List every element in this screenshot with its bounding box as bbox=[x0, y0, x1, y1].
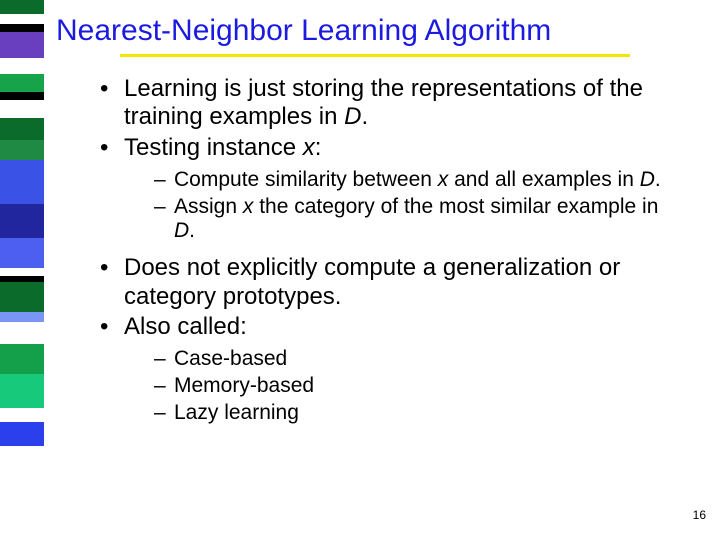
text: Compute similarity between bbox=[174, 168, 438, 191]
text: . bbox=[655, 168, 661, 191]
list-item: Case-based bbox=[154, 347, 676, 372]
list-item: Also called: Case-based Memory-based Laz… bbox=[100, 313, 676, 426]
text-italic: x bbox=[303, 134, 315, 161]
sidebar-stripe bbox=[0, 446, 44, 540]
list-item: Does not explicitly compute a generaliza… bbox=[100, 254, 676, 311]
list-item: Learning is just storing the representat… bbox=[100, 75, 676, 132]
list-item: Lazy learning bbox=[154, 401, 676, 426]
list-item: Compute similarity between x and all exa… bbox=[154, 168, 676, 193]
bullet-list: Learning is just storing the representat… bbox=[100, 75, 676, 425]
sidebar-stripe bbox=[0, 204, 44, 238]
sidebar-stripe bbox=[0, 322, 44, 344]
title-underline bbox=[120, 54, 630, 57]
text: Learning is just storing the representat… bbox=[124, 75, 643, 130]
sidebar-stripe bbox=[0, 92, 44, 100]
sidebar-stripe bbox=[0, 118, 44, 140]
text-italic: x bbox=[243, 195, 254, 218]
text: Testing instance bbox=[124, 134, 303, 161]
text: . bbox=[361, 103, 368, 130]
text-italic: D bbox=[174, 219, 189, 242]
sidebar-stripe bbox=[0, 140, 44, 160]
slide-title: Nearest-Neighbor Learning Algorithm bbox=[56, 14, 676, 48]
page-number: 16 bbox=[693, 508, 706, 522]
list-item: Testing instance x: Compute similarity b… bbox=[100, 134, 676, 245]
list-item: Assign x the category of the most simila… bbox=[154, 195, 676, 245]
sidebar-stripe bbox=[0, 268, 44, 276]
sidebar-stripe bbox=[0, 100, 44, 118]
text-italic: D bbox=[344, 103, 361, 130]
sidebar-stripe bbox=[0, 14, 44, 24]
sidebar-stripe bbox=[0, 374, 44, 408]
sidebar-stripe bbox=[0, 160, 44, 204]
decorative-sidebar bbox=[0, 0, 44, 540]
sidebar-stripe bbox=[0, 408, 44, 422]
text: and all examples in bbox=[448, 168, 639, 191]
sidebar-stripe bbox=[0, 74, 44, 92]
sidebar-stripe bbox=[0, 344, 44, 374]
sidebar-stripe bbox=[0, 312, 44, 322]
sidebar-stripe bbox=[0, 24, 44, 32]
sidebar-stripe bbox=[0, 32, 44, 58]
sidebar-stripe bbox=[0, 0, 44, 14]
sub-list: Compute similarity between x and all exa… bbox=[154, 168, 676, 244]
text: the category of the most similar example… bbox=[253, 195, 658, 218]
list-item: Memory-based bbox=[154, 374, 676, 399]
slide-content: Nearest-Neighbor Learning Algorithm Lear… bbox=[56, 14, 676, 435]
sidebar-stripe bbox=[0, 422, 44, 446]
sidebar-stripe bbox=[0, 282, 44, 312]
sidebar-stripe bbox=[0, 58, 44, 74]
text: Also called: bbox=[124, 313, 247, 340]
text: : bbox=[315, 134, 322, 161]
text-italic: x bbox=[438, 168, 449, 191]
sidebar-stripe bbox=[0, 238, 44, 268]
sub-list: Case-based Memory-based Lazy learning bbox=[154, 347, 676, 425]
text: . bbox=[189, 219, 195, 242]
text: Assign bbox=[174, 195, 243, 218]
text-italic: D bbox=[640, 168, 655, 191]
